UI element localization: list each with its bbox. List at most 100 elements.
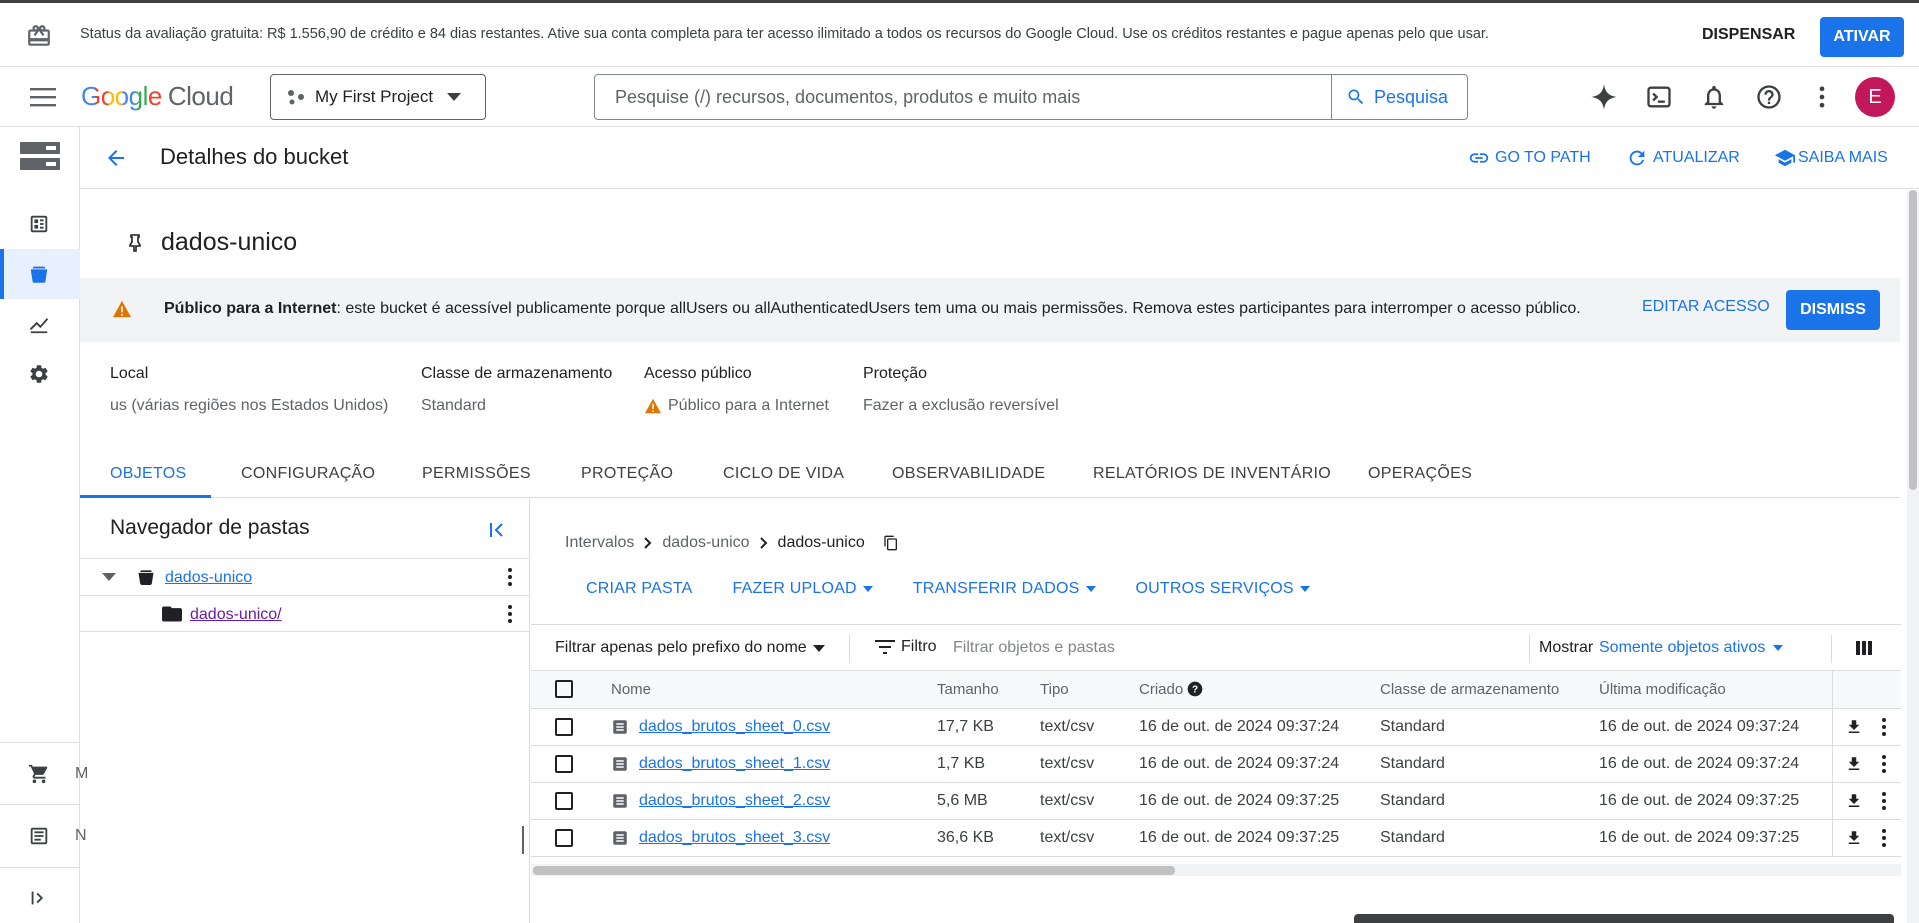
- breadcrumb-bucket[interactable]: dados-unico: [662, 534, 749, 552]
- object-last-modified: 16 de out. de 2024 09:37:24: [1599, 708, 1832, 746]
- copy-icon[interactable]: [873, 534, 909, 552]
- column-header-name[interactable]: Nome: [611, 671, 937, 709]
- create-folder-button[interactable]: CRIAR PASTA: [586, 580, 693, 598]
- table-horizontal-scrollbar[interactable]: [531, 864, 1901, 876]
- menu-icon[interactable]: [30, 87, 56, 107]
- pin-icon[interactable]: [127, 233, 143, 253]
- gemini-sparkle-icon[interactable]: [1590, 83, 1618, 111]
- expand-icon[interactable]: [28, 887, 50, 909]
- breadcrumb-buckets[interactable]: Intervalos: [565, 534, 634, 552]
- property-value: Fazer a exclusão reversível: [863, 397, 1059, 414]
- page-scrollbar[interactable]: [1907, 190, 1919, 923]
- object-storage-class: Standard: [1380, 782, 1599, 820]
- more-vert-icon[interactable]: [506, 604, 514, 624]
- search-input[interactable]: [595, 75, 1335, 119]
- more-vert-icon[interactable]: [1880, 754, 1888, 774]
- object-name-link[interactable]: dados_brutos_sheet_1.csv: [639, 755, 830, 773]
- select-all-checkbox[interactable]: [555, 680, 573, 699]
- download-icon[interactable]: [1845, 755, 1863, 773]
- more-vert-icon[interactable]: [506, 567, 514, 587]
- dashboard-icon[interactable]: [28, 213, 50, 235]
- folder-tree-root-label[interactable]: dados-unico: [165, 569, 252, 587]
- help-icon[interactable]: [1755, 83, 1783, 111]
- table-row[interactable]: dados_brutos_sheet_1.csv 1,7 KB text/csv…: [531, 745, 1901, 783]
- project-selector[interactable]: My First Project: [270, 74, 486, 120]
- property-storage-class: Classe de armazenamento Standard: [421, 365, 612, 415]
- tab-configuration[interactable]: CONFIGURAÇÃO: [241, 465, 375, 483]
- column-header-type[interactable]: Tipo: [1040, 671, 1139, 709]
- edit-access-button[interactable]: EDITAR ACESSO: [1642, 298, 1770, 316]
- collapse-panel-icon[interactable]: [488, 520, 508, 540]
- marketplace-icon[interactable]: [28, 763, 50, 785]
- prefix-filter-dropdown[interactable]: Filtrar apenas pelo prefixo do nome: [555, 639, 825, 657]
- learn-more-button[interactable]: SAIBA MAIS: [1774, 147, 1888, 169]
- column-header-actions: [1831, 671, 1901, 709]
- release-notes-icon[interactable]: [28, 825, 50, 847]
- tab-permissions[interactable]: PERMISSÕES: [422, 465, 531, 483]
- column-header-last-modified[interactable]: Última modificação: [1599, 671, 1832, 709]
- storage-logo-icon[interactable]: [20, 141, 60, 171]
- more-vert-icon[interactable]: [1880, 717, 1888, 737]
- more-vert-icon[interactable]: [1880, 828, 1888, 848]
- search-button[interactable]: Pesquisa: [1331, 75, 1467, 119]
- tab-inventory-reports[interactable]: RELATÓRIOS DE INVENTÁRIO: [1093, 465, 1331, 483]
- download-icon[interactable]: [1845, 792, 1863, 810]
- go-to-path-button[interactable]: GO TO PATH: [1468, 147, 1591, 169]
- search-button-label: Pesquisa: [1374, 86, 1449, 107]
- filter-button[interactable]: Filtro: [875, 638, 937, 656]
- caret-down-icon: [1773, 645, 1784, 651]
- tab-lifecycle[interactable]: CICLO DE VIDA: [723, 465, 844, 483]
- column-display-icon[interactable]: [1855, 639, 1873, 657]
- bucket-icon[interactable]: [28, 263, 50, 285]
- row-checkbox[interactable]: [555, 828, 573, 847]
- row-checkbox[interactable]: [555, 791, 573, 810]
- cloud-shell-icon[interactable]: [1645, 83, 1673, 111]
- column-header-size[interactable]: Tamanho: [937, 671, 1040, 709]
- settings-icon[interactable]: [28, 363, 50, 385]
- help-icon[interactable]: ?: [1187, 681, 1203, 697]
- other-services-button[interactable]: OUTROS SERVIÇOS: [1136, 580, 1310, 598]
- avatar[interactable]: E: [1855, 77, 1895, 117]
- refresh-button[interactable]: ATUALIZAR: [1626, 147, 1740, 169]
- dismiss-warning-button[interactable]: DISMISS: [1786, 290, 1880, 330]
- property-label: Acesso público: [644, 365, 752, 382]
- activate-button[interactable]: ATIVAR: [1820, 17, 1904, 57]
- refresh-icon: [1626, 147, 1648, 169]
- object-name-link[interactable]: dados_brutos_sheet_2.csv: [639, 792, 830, 810]
- rail-divider: [0, 804, 80, 805]
- tab-objects[interactable]: OBJETOS: [110, 465, 187, 483]
- object-name-link[interactable]: dados_brutos_sheet_3.csv: [639, 829, 830, 847]
- row-checkbox[interactable]: [555, 754, 573, 773]
- row-checkbox[interactable]: [555, 717, 573, 736]
- panel-resize-handle[interactable]: [522, 826, 524, 854]
- notifications-icon[interactable]: [1700, 83, 1728, 111]
- table-row[interactable]: dados_brutos_sheet_3.csv 36,6 KB text/cs…: [531, 819, 1901, 857]
- tab-operations[interactable]: OPERAÇÕES: [1368, 465, 1472, 483]
- show-objects-dropdown[interactable]: Somente objetos ativos: [1599, 639, 1784, 657]
- google-cloud-logo[interactable]: Google Cloud: [81, 81, 234, 112]
- column-header-created[interactable]: Criado ?: [1139, 671, 1380, 709]
- table-row[interactable]: dados_brutos_sheet_0.csv 17,7 KB text/cs…: [531, 708, 1901, 746]
- dismiss-trial-button[interactable]: DISPENSAR: [1690, 17, 1807, 53]
- folder-tree-root[interactable]: dados-unico: [80, 558, 530, 595]
- download-icon[interactable]: [1845, 718, 1863, 736]
- tab-protection[interactable]: PROTEÇÃO: [581, 465, 673, 483]
- table-scrollbar-thumb[interactable]: [533, 866, 1175, 875]
- table-row[interactable]: dados_brutos_sheet_2.csv 5,6 MB text/csv…: [531, 782, 1901, 820]
- transfer-data-button[interactable]: TRANSFERIR DADOS: [913, 580, 1096, 598]
- column-header-storage-class[interactable]: Classe de armazenamento: [1380, 671, 1599, 709]
- more-vert-icon[interactable]: [1808, 83, 1836, 111]
- back-arrow-icon[interactable]: [104, 146, 128, 170]
- filter-input[interactable]: [953, 631, 1453, 665]
- tab-observability[interactable]: OBSERVABILIDADE: [892, 465, 1045, 483]
- folder-tree-child[interactable]: dados-unico/: [80, 595, 530, 632]
- chevron-right-icon: [644, 537, 652, 549]
- page-scrollbar-thumb[interactable]: [1909, 190, 1917, 490]
- more-vert-icon[interactable]: [1880, 791, 1888, 811]
- expand-arrow-icon[interactable]: [102, 573, 116, 581]
- upload-button[interactable]: FAZER UPLOAD: [733, 580, 873, 598]
- monitoring-icon[interactable]: [28, 313, 50, 335]
- object-name-link[interactable]: dados_brutos_sheet_0.csv: [639, 718, 830, 736]
- download-icon[interactable]: [1845, 829, 1863, 847]
- folder-tree-child-label[interactable]: dados-unico/: [190, 606, 282, 624]
